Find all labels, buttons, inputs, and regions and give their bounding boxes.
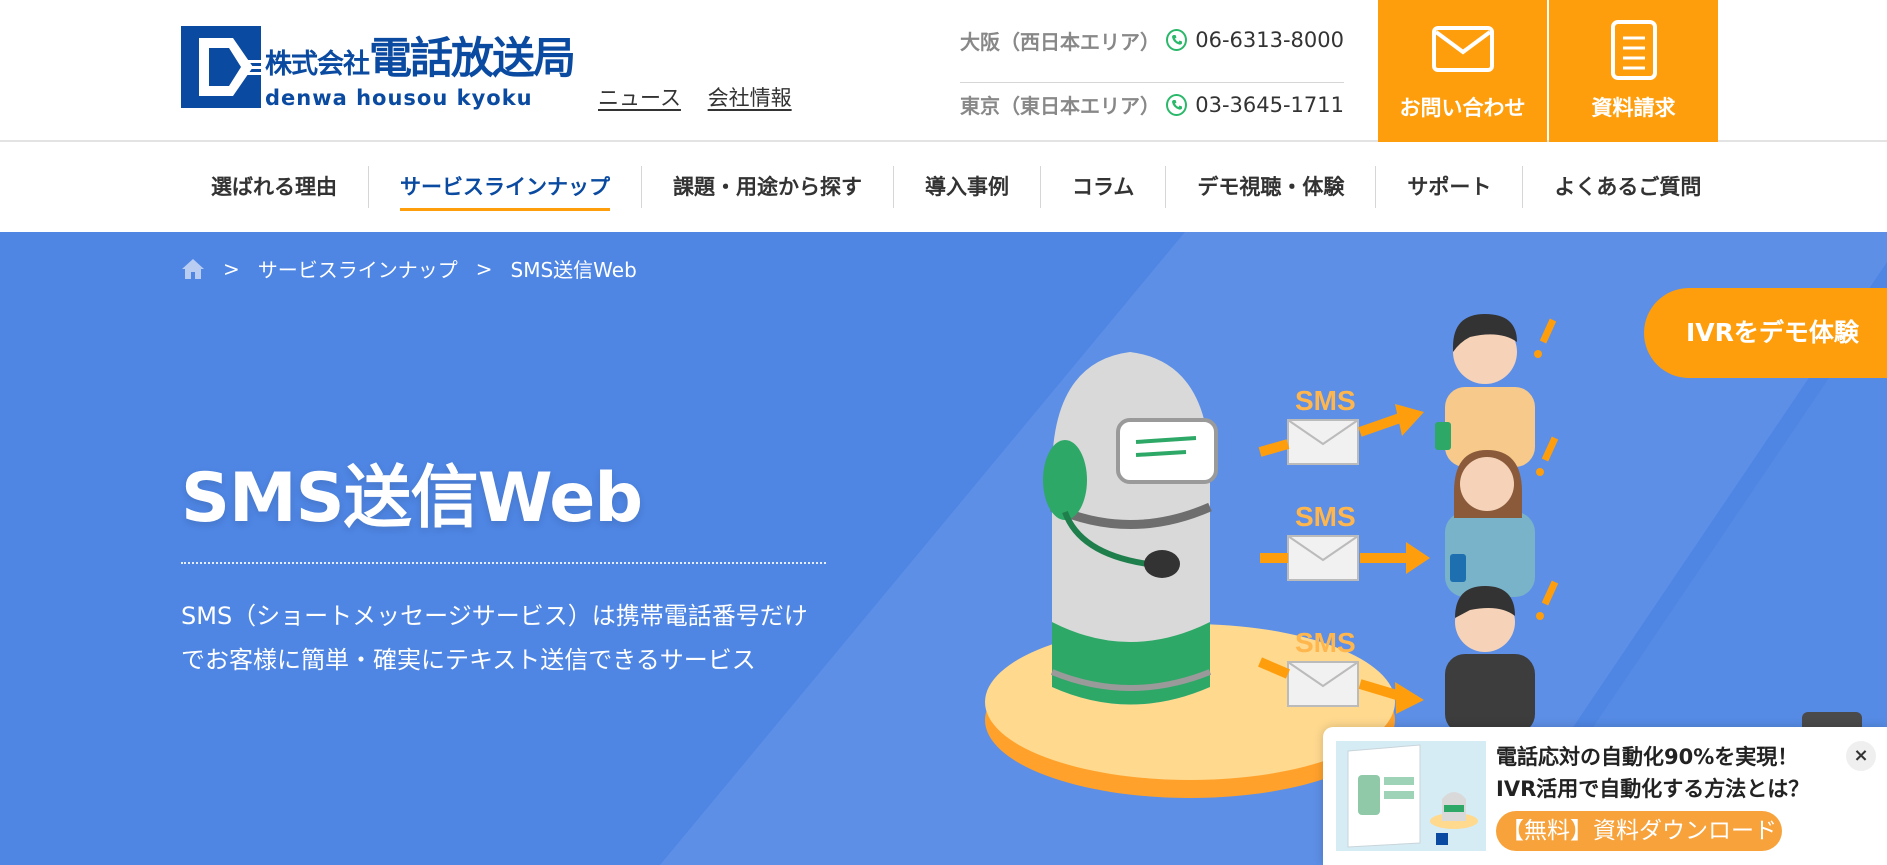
nav-item-case-studies[interactable]: 導入事例: [893, 166, 1040, 208]
news-link[interactable]: ニュース: [598, 86, 681, 110]
contact-area-label: 東京（東日本エリア）: [960, 94, 1160, 118]
contact-osaka: 大阪（西日本エリア） 06-6313-8000: [960, 20, 1344, 60]
download-popup: 電話応対の自動化90%を実現！ IVR活用で自動化する方法とは？ 【無料】資料ダ…: [1323, 727, 1887, 865]
hero-description: SMS（ショートメッセージサービス）は携帯電話番号だけ でお客様に簡単・確実にテ…: [181, 594, 841, 682]
phone-contacts: 大阪（西日本エリア） 06-6313-8000 東京（東日本エリア） 03-36…: [960, 20, 1344, 122]
breadcrumb-service-lineup[interactable]: サービスラインナップ: [258, 254, 458, 283]
breadcrumb-separator: >: [475, 256, 493, 281]
phone-number[interactable]: 03-3645-1711: [1195, 93, 1344, 117]
home-icon[interactable]: [181, 258, 205, 280]
breadcrumb-current: SMS送信Web: [510, 258, 637, 282]
popup-close-icon[interactable]: ×: [1846, 741, 1876, 771]
hero-description-line1: SMS（ショートメッセージサービス）は携帯電話番号だけ: [181, 602, 808, 630]
inquiry-button[interactable]: お問い合わせ: [1378, 0, 1547, 142]
logo-japanese-name: 株式会社電話放送局: [265, 24, 576, 86]
main-nav: 選ばれる理由 サービスラインナップ 課題・用途から探す 導入事例 コラム デモ視…: [0, 144, 1887, 232]
popup-headline: 電話応対の自動化90%を実現！ IVR活用で自動化する方法とは？: [1496, 741, 1809, 805]
logo-english-name: denwa housou kyoku: [265, 86, 533, 110]
nav-item-reasons[interactable]: 選ばれる理由: [181, 166, 368, 208]
breadcrumb-separator: >: [223, 256, 240, 281]
brochure-image-icon: [1336, 741, 1486, 851]
site-header: 株式会社電話放送局 denwa housou kyoku ニュース 会社情報 大…: [0, 0, 1887, 142]
phone-icon: [1166, 29, 1188, 51]
sms-label-2: SMS: [1295, 501, 1356, 532]
nav-list: 選ばれる理由 サービスラインナップ 課題・用途から探す 導入事例 コラム デモ視…: [181, 166, 1732, 211]
document-request-label: 資料請求: [1591, 96, 1676, 120]
nav-item-service-lineup[interactable]: サービスラインナップ: [368, 166, 641, 211]
brochure-thumbnail[interactable]: [1336, 741, 1486, 851]
phone-icon: [1166, 93, 1188, 116]
sms-label-1: SMS: [1295, 385, 1356, 416]
ivr-demo-tab[interactable]: IVRをデモ体験: [1644, 288, 1887, 378]
popup-headline-line1: 電話応対の自動化90%を実現！: [1496, 745, 1799, 769]
nav-item-search-by-use[interactable]: 課題・用途から探す: [641, 166, 893, 208]
inquiry-label: お問い合わせ: [1399, 96, 1526, 120]
document-request-button[interactable]: 資料請求: [1549, 0, 1718, 142]
mail-icon: [1431, 26, 1494, 72]
title-divider: [181, 562, 826, 564]
logo-d-mark-icon: [181, 26, 261, 108]
logo-company-prefix: 株式会社: [265, 49, 370, 80]
company-info-link[interactable]: 会社情報: [708, 86, 792, 110]
company-logo[interactable]: 株式会社電話放送局 denwa housou kyoku: [181, 26, 576, 112]
contact-area-label: 大阪（西日本エリア）: [960, 29, 1160, 54]
nav-item-faq[interactable]: よくあるご質問: [1522, 166, 1732, 208]
phone-number[interactable]: 06-6313-8000: [1195, 28, 1344, 52]
hero-description-line2: でお客様に簡単・確実にテキスト送信できるサービス: [181, 646, 756, 674]
popup-headline-line2: IVR活用で自動化する方法とは？: [1496, 777, 1810, 801]
free-download-button[interactable]: 【無料】資料ダウンロード: [1496, 811, 1782, 851]
sms-label-3: SMS: [1295, 627, 1356, 658]
nav-item-demo[interactable]: デモ視聴・体験: [1165, 166, 1375, 208]
breadcrumb: > サービスラインナップ > SMS送信Web: [181, 254, 637, 283]
nav-item-column[interactable]: コラム: [1040, 166, 1165, 208]
top-links: ニュース 会社情報: [598, 82, 812, 112]
page-title: SMS送信Web: [181, 459, 643, 538]
nav-item-support[interactable]: サポート: [1375, 166, 1522, 208]
document-icon: [1610, 20, 1657, 80]
contact-tokyo: 東京（東日本エリア） 03-3645-1711: [960, 82, 1344, 122]
logo-company-name: 電話放送局: [369, 34, 576, 84]
